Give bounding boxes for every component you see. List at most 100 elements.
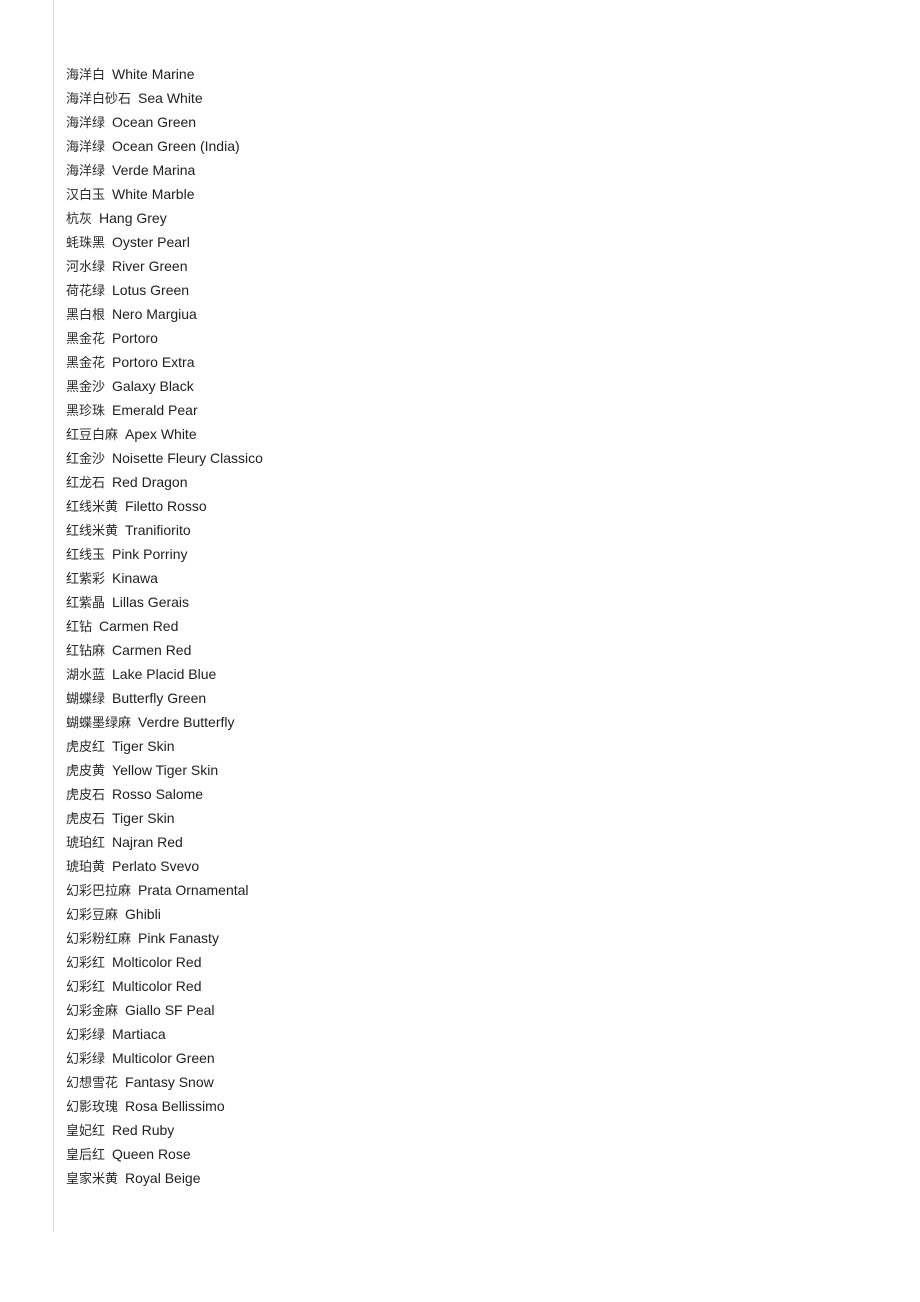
stone-name-english: White Marine [112, 66, 195, 82]
stone-name-chinese: 幻彩粉红麻 [66, 932, 132, 947]
list-item: 海洋白 White Marine [66, 62, 866, 86]
stone-name-chinese: 黑珍珠 [66, 404, 106, 419]
stone-name-english: Apex White [125, 426, 197, 442]
stone-name-chinese: 红钻 [66, 620, 93, 635]
stone-name-chinese: 红金沙 [66, 452, 106, 467]
stone-name-english: Queen Rose [112, 1146, 191, 1162]
list-item: 黑白根 Nero Margiua [66, 302, 866, 326]
list-item: 琥珀红 Najran Red [66, 830, 866, 854]
list-item: 红龙石 Red Dragon [66, 470, 866, 494]
stone-name-english: Molticolor Red [112, 954, 202, 970]
list-item: 皇家米黄 Royal Beige [66, 1166, 866, 1190]
stone-name-english: Fantasy Snow [125, 1074, 214, 1090]
stone-name-english: Yellow Tiger Skin [112, 762, 219, 778]
list-item: 幻彩粉红麻 Pink Fanasty [66, 926, 866, 950]
stone-name-english: Emerald Pear [112, 402, 198, 418]
stone-name-chinese: 海洋白砂石 [66, 92, 132, 107]
stone-name-english: Royal Beige [125, 1170, 201, 1186]
stone-name-chinese: 汉白玉 [66, 188, 106, 203]
list-item: 幻彩巴拉麻 Prata Ornamental [66, 878, 866, 902]
stone-name-chinese: 黑金沙 [66, 380, 106, 395]
stone-name-chinese: 皇后红 [66, 1148, 106, 1163]
list-item: 红钻麻 Carmen Red [66, 638, 866, 662]
stone-name-chinese: 琥珀黄 [66, 860, 106, 875]
list-item: 黑金沙 Galaxy Black [66, 374, 866, 398]
stone-name-english: Prata Ornamental [138, 882, 249, 898]
list-item: 幻彩豆麻 Ghibli [66, 902, 866, 926]
list-item: 虎皮石 Tiger Skin [66, 806, 866, 830]
list-item: 海洋白砂石 Sea White [66, 86, 866, 110]
list-item: 海洋绿 Ocean Green [66, 110, 866, 134]
list-item: 荷花绿 Lotus Green [66, 278, 866, 302]
stone-name-chinese: 幻彩金麻 [66, 1004, 119, 1019]
stone-name-english: Kinawa [112, 570, 158, 586]
stone-name-english: Tiger Skin [112, 738, 175, 754]
stone-name-english: Pink Fanasty [138, 930, 219, 946]
list-item: 河水绿 River Green [66, 254, 866, 278]
list-item: 虎皮黄 Yellow Tiger Skin [66, 758, 866, 782]
left-margin-rule [53, 0, 54, 1232]
document-page: 海洋白 White Marine 海洋白砂石 Sea White 海洋绿 Ocean Gr… [0, 0, 920, 1302]
list-item: 红紫晶 Lillas Gerais [66, 590, 866, 614]
stone-name-chinese: 虎皮黄 [66, 764, 106, 779]
list-item: 幻彩红 Molticolor Red [66, 950, 866, 974]
stone-name-english: Perlato Svevo [112, 858, 200, 874]
stone-name-chinese: 红钻麻 [66, 644, 106, 659]
stone-name-english: Red Ruby [112, 1122, 175, 1138]
stone-name-chinese: 黑白根 [66, 308, 106, 323]
list-item: 黑金花 Portoro [66, 326, 866, 350]
stone-name-chinese: 黑金花 [66, 332, 106, 347]
stone-name-english: Lillas Gerais [112, 594, 190, 610]
stone-name-english: Tiger Skin [112, 810, 175, 826]
stone-name-chinese: 幻彩巴拉麻 [66, 884, 132, 899]
stone-name-english: Rosso Salome [112, 786, 204, 802]
stone-name-english: Verde Marina [112, 162, 196, 178]
list-item: 幻彩金麻 Giallo SF Peal [66, 998, 866, 1022]
stone-name-chinese: 湖水蓝 [66, 668, 106, 683]
list-item: 杭灰 Hang Grey [66, 206, 866, 230]
stone-name-english: Portoro [112, 330, 158, 346]
list-item: 幻想雪花 Fantasy Snow [66, 1070, 866, 1094]
stone-name-chinese: 红线玉 [66, 548, 106, 563]
stone-name-chinese: 虎皮石 [66, 788, 106, 803]
stone-name-chinese: 幻彩绿 [66, 1052, 106, 1067]
list-item: 湖水蓝 Lake Placid Blue [66, 662, 866, 686]
list-item: 蝴蝶绿 Butterfly Green [66, 686, 866, 710]
list-item: 幻彩绿 Multicolor Green [66, 1046, 866, 1070]
stone-name-english: Ghibli [125, 906, 161, 922]
stone-name-english: Verdre Butterfly [138, 714, 235, 730]
stone-name-chinese: 杭灰 [66, 212, 93, 227]
stone-name-chinese: 黑金花 [66, 356, 106, 371]
list-item: 黑珍珠 Emerald Pear [66, 398, 866, 422]
stone-name-chinese: 蝴蝶绿 [66, 692, 106, 707]
stone-name-chinese: 红线米黄 [66, 524, 119, 539]
stone-name-english: Multicolor Red [112, 978, 202, 994]
stone-name-chinese: 幻彩红 [66, 980, 106, 995]
stone-name-english: Portoro Extra [112, 354, 195, 370]
stone-name-english: Carmen Red [112, 642, 192, 658]
stone-name-english: Multicolor Green [112, 1050, 215, 1066]
list-item: 红紫彩 Kinawa [66, 566, 866, 590]
stone-name-chinese: 海洋绿 [66, 116, 106, 131]
stone-name-chinese: 海洋白 [66, 68, 106, 83]
list-item: 虎皮石 Rosso Salome [66, 782, 866, 806]
stone-name-english: Ocean Green (India) [112, 138, 240, 154]
stone-name-english: Butterfly Green [112, 690, 207, 706]
list-item: 汉白玉 White Marble [66, 182, 866, 206]
stone-name-english: Martiaca [112, 1026, 166, 1042]
list-item: 蝴蝶墨绿麻 Verdre Butterfly [66, 710, 866, 734]
list-item: 皇妃红 Red Ruby [66, 1118, 866, 1142]
stone-name-chinese: 红线米黄 [66, 500, 119, 515]
stone-name-chinese: 海洋绿 [66, 164, 106, 179]
list-item: 琥珀黄 Perlato Svevo [66, 854, 866, 878]
list-item: 虎皮红 Tiger Skin [66, 734, 866, 758]
list-item: 红线米黄 Tranifiorito [66, 518, 866, 542]
stone-name-english: Hang Grey [99, 210, 167, 226]
stone-name-chinese: 虎皮石 [66, 812, 106, 827]
list-item: 幻彩红 Multicolor Red [66, 974, 866, 998]
list-item: 红豆白麻 Apex White [66, 422, 866, 446]
stone-name-list: 海洋白 White Marine 海洋白砂石 Sea White 海洋绿 Ocean Gr… [66, 62, 866, 1190]
stone-name-english: Oyster Pearl [112, 234, 190, 250]
stone-name-english: Galaxy Black [112, 378, 194, 394]
stone-name-chinese: 幻彩豆麻 [66, 908, 119, 923]
